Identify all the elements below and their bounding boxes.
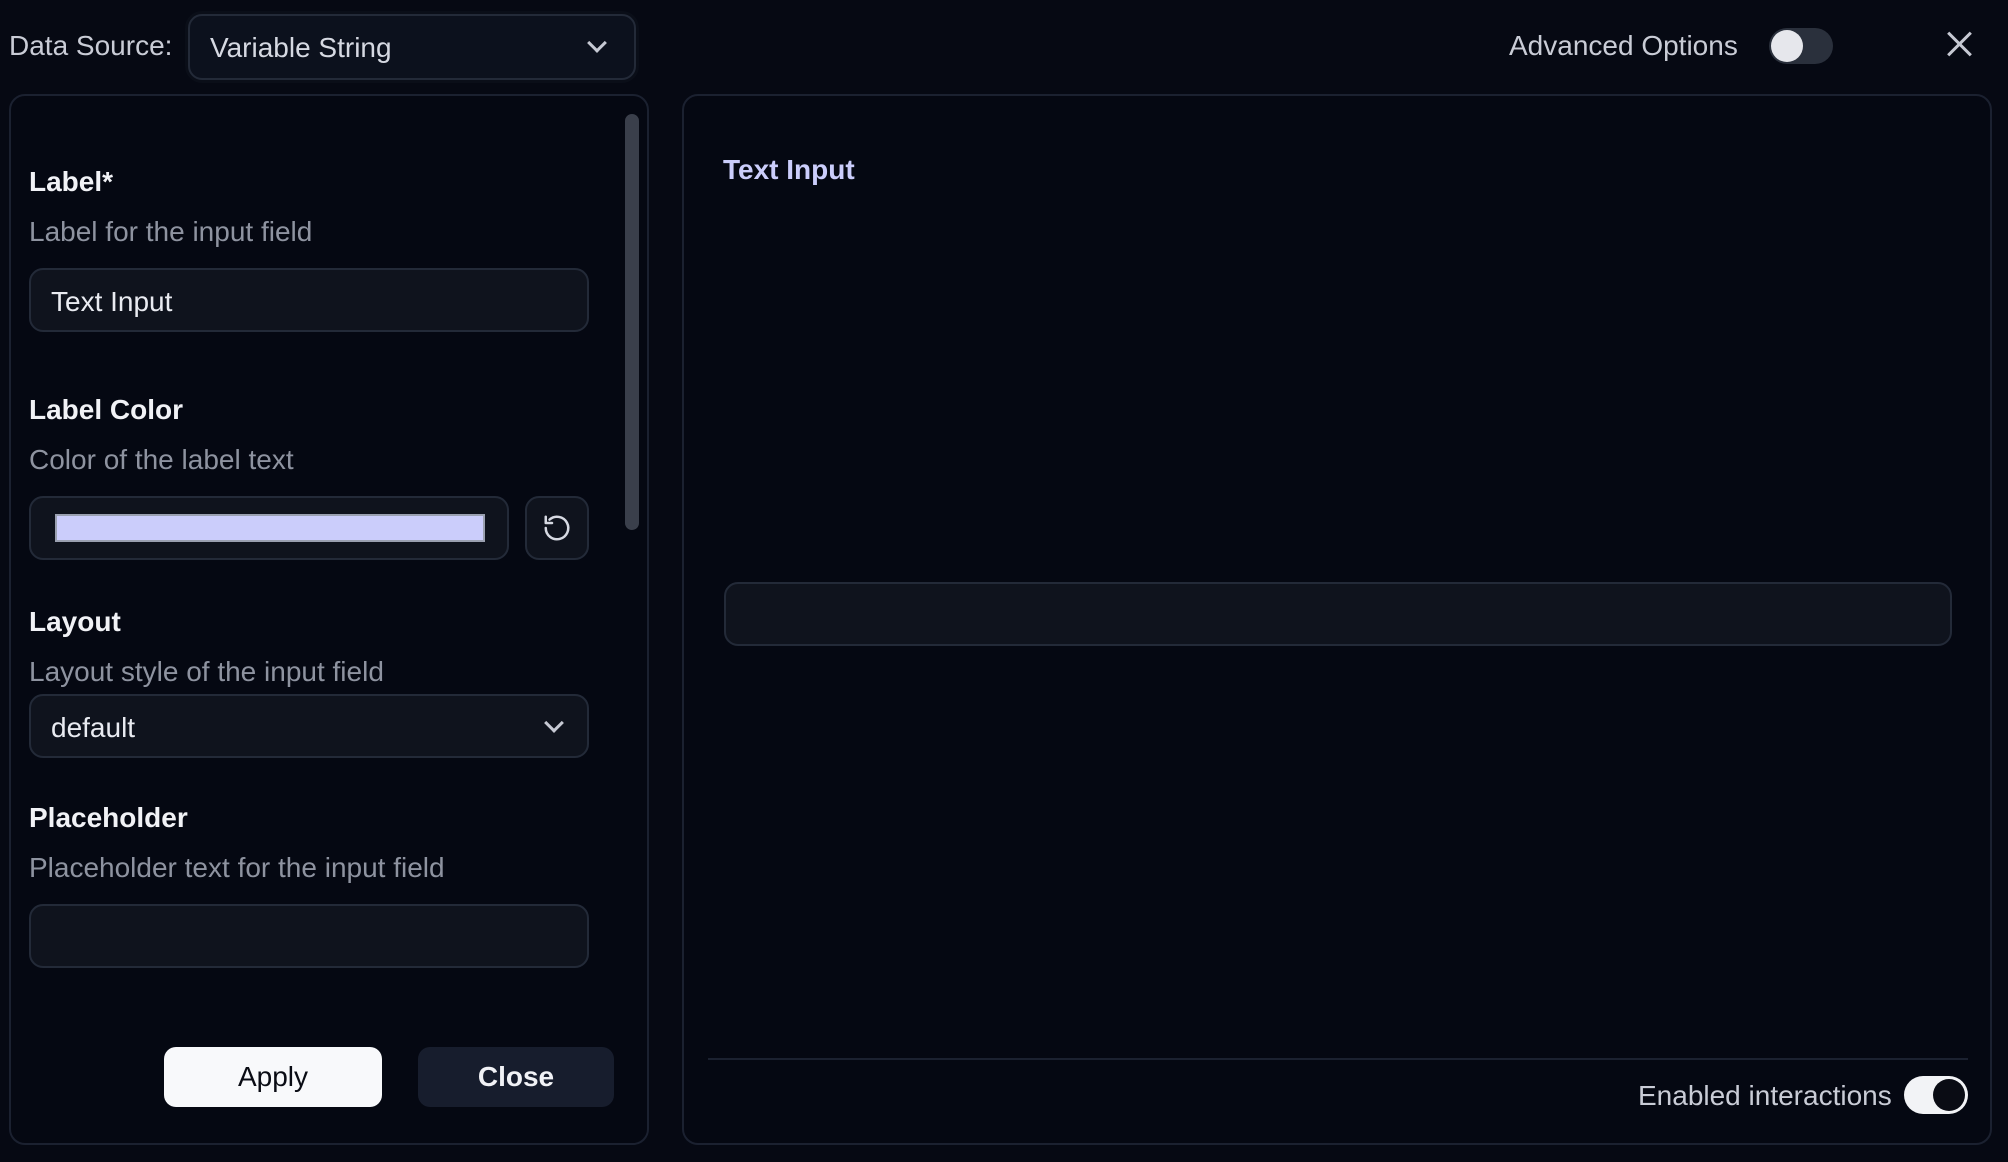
- label-color-title: Label Color: [29, 394, 184, 425]
- data-source-value: Variable String: [210, 32, 392, 63]
- advanced-options-label: Advanced Options: [1509, 30, 1738, 61]
- label-input[interactable]: Text Input: [29, 268, 589, 332]
- preview-label: Text Input: [723, 154, 855, 185]
- close-button[interactable]: Close: [418, 1047, 614, 1107]
- label-field-title: Label*: [29, 166, 114, 197]
- preview-panel: Text Input Enabled interactions: [682, 94, 1992, 1145]
- placeholder-input[interactable]: [29, 904, 589, 968]
- divider: [708, 1058, 1968, 1060]
- apply-button[interactable]: Apply: [164, 1047, 382, 1107]
- data-source-label: Data Source:: [9, 30, 173, 61]
- advanced-options-toggle[interactable]: [1769, 28, 1833, 64]
- label-color-picker[interactable]: [29, 496, 509, 560]
- toggle-knob: [1933, 1079, 1965, 1111]
- reset-color-button[interactable]: [525, 496, 589, 560]
- enabled-interactions-toggle[interactable]: [1904, 1076, 1968, 1114]
- enabled-interactions-label: Enabled interactions: [1638, 1080, 1892, 1111]
- settings-panel: Label* Label for the input field Text In…: [9, 94, 649, 1145]
- layout-title: Layout: [29, 606, 121, 637]
- layout-description: Layout style of the input field: [29, 656, 384, 687]
- label-color-description: Color of the label text: [29, 444, 294, 475]
- data-source-select[interactable]: Variable String: [188, 14, 636, 80]
- toggle-knob: [1771, 30, 1803, 62]
- close-icon[interactable]: [1946, 30, 1974, 58]
- label-input-value: Text Input: [51, 286, 173, 317]
- placeholder-description: Placeholder text for the input field: [29, 852, 445, 883]
- chevron-down-icon: [587, 33, 607, 53]
- layout-select[interactable]: default: [29, 694, 589, 758]
- layout-select-value: default: [51, 712, 136, 743]
- reset-icon: [544, 515, 570, 541]
- color-swatch[interactable]: [55, 514, 485, 542]
- preview-text-input[interactable]: [724, 582, 1952, 646]
- chevron-down-icon: [544, 713, 564, 733]
- placeholder-title: Placeholder: [29, 802, 188, 833]
- scrollbar[interactable]: [625, 114, 639, 530]
- label-field-description: Label for the input field: [29, 216, 313, 247]
